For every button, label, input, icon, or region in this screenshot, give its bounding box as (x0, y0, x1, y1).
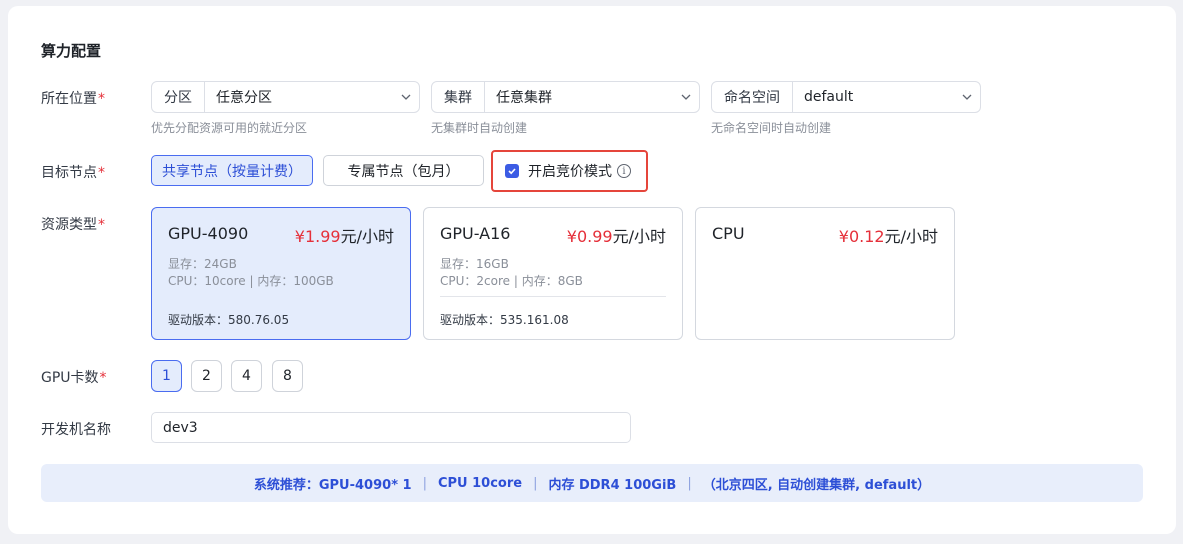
resource-driver: 驱动版本：580.76.05 (168, 313, 290, 327)
recommendation-summary: 系统推荐：GPU-4090* 1 | CPU 10core | 内存 DDR4 … (41, 464, 1143, 502)
shared-node-button[interactable]: 共享节点（按量计费） (151, 155, 313, 186)
resource-vram: 显存：16GB (440, 257, 509, 271)
resource-cpu-mem: CPU：2core | 内存：8GB (440, 274, 583, 288)
summary-separator: | (533, 475, 538, 491)
card-divider (440, 296, 666, 297)
partition-prefix: 分区 (152, 82, 205, 112)
location-label: 所在位置* (41, 91, 105, 107)
resource-price: ¥1.99元/小时 (294, 227, 394, 246)
summary-cpu: CPU 10core (437, 475, 523, 491)
resource-card-gpu-4090[interactable]: GPU-4090 ¥1.99元/小时 显存：24GB CPU：10core | … (151, 207, 411, 340)
summary-location: （北京四区, 自动创建集群, default） (702, 477, 931, 493)
gpu-count-option-4[interactable]: 4 (231, 360, 262, 392)
cluster-value: 任意集群 (496, 90, 552, 106)
resource-name: CPU (712, 224, 745, 243)
namespace-prefix: 命名空间 (712, 82, 793, 112)
resource-price: ¥0.12元/小时 (838, 227, 938, 246)
cluster-prefix: 集群 (432, 82, 485, 112)
namespace-hint: 无命名空间时自动创建 (711, 121, 832, 135)
namespace-select[interactable]: 命名空间 default (711, 81, 981, 113)
check-icon (508, 168, 516, 175)
cluster-hint: 无集群时自动创建 (431, 121, 528, 135)
target-node-label: 目标节点* (41, 165, 105, 181)
bidding-checkbox[interactable] (505, 164, 519, 178)
summary-separator: | (422, 475, 427, 491)
gpu-count-option-8[interactable]: 8 (272, 360, 303, 392)
info-icon[interactable]: i (617, 164, 631, 178)
chevron-down-icon (673, 82, 699, 112)
resource-card-cpu[interactable]: CPU ¥0.12元/小时 (695, 207, 955, 340)
gpu-count-option-1[interactable]: 1 (151, 360, 182, 392)
resource-price: ¥0.99元/小时 (566, 227, 666, 246)
cluster-select[interactable]: 集群 任意集群 (431, 81, 700, 113)
resource-vram: 显存：24GB (168, 257, 237, 271)
resource-name: GPU-4090 (168, 224, 249, 243)
resource-driver: 驱动版本：535.161.08 (440, 313, 569, 327)
partition-select[interactable]: 分区 任意分区 (151, 81, 420, 113)
dev-name-label: 开发机名称 (41, 422, 111, 438)
partition-hint: 优先分配资源可用的就近分区 (151, 121, 308, 135)
resource-card-gpu-a16[interactable]: GPU-A16 ¥0.99元/小时 显存：16GB CPU：2core | 内存… (423, 207, 683, 340)
dev-name-input[interactable] (151, 412, 631, 443)
summary-memory: 内存 DDR4 100GiB (548, 477, 677, 493)
section-title: 算力配置 (41, 42, 102, 60)
bidding-label: 开启竞价模式 (528, 164, 612, 180)
dedicated-node-button[interactable]: 专属节点（包月） (323, 155, 484, 186)
summary-gpu: 系统推荐：GPU-4090* 1 (253, 477, 412, 493)
resource-name: GPU-A16 (440, 224, 511, 243)
summary-separator: | (687, 475, 692, 491)
gpu-count-label: GPU卡数* (41, 370, 107, 386)
chevron-down-icon (393, 82, 419, 112)
namespace-value: default (804, 89, 854, 105)
partition-value: 任意分区 (216, 90, 272, 106)
chevron-down-icon (954, 82, 980, 112)
bidding-mode-toggle[interactable]: 开启竞价模式 i (491, 150, 648, 192)
resource-cpu-mem: CPU：10core | 内存：100GB (168, 274, 334, 288)
resource-type-label: 资源类型* (41, 217, 105, 233)
gpu-count-option-2[interactable]: 2 (191, 360, 222, 392)
